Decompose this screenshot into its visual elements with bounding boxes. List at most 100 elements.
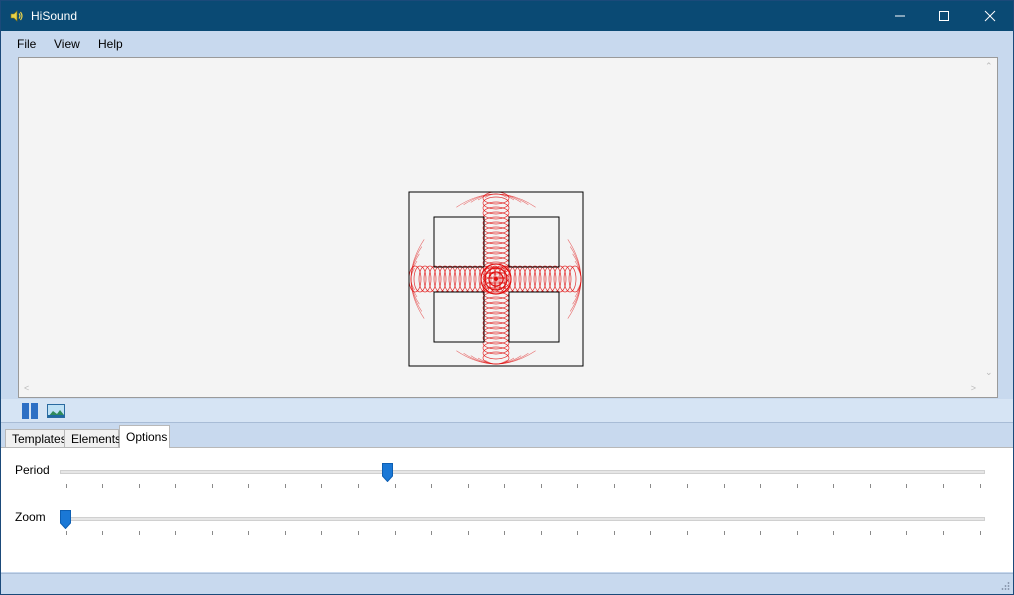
- slider-tick: [760, 484, 762, 488]
- wave-stroke: [470, 355, 522, 365]
- period-slider-thumb[interactable]: [381, 463, 393, 483]
- options-panel: Period Zoom: [1, 447, 1013, 572]
- wave-stroke: [572, 253, 582, 305]
- slider-tick: [796, 531, 798, 535]
- app-window: HiSound File View Help ⌃ ⌄ < > Templates…: [0, 0, 1014, 595]
- slider-tick: [211, 484, 213, 488]
- vertical-scrollbar[interactable]: ⌃ ⌄: [981, 58, 997, 381]
- slider-tick: [723, 531, 725, 535]
- pillar-top-left: [433, 216, 485, 268]
- wave-stroke: [569, 246, 582, 312]
- sound-source[interactable]: [494, 277, 498, 281]
- wave-stroke: [463, 193, 529, 206]
- slider-tick: [102, 484, 104, 488]
- pillar-top-right: [508, 216, 560, 268]
- wave-stroke: [456, 350, 536, 365]
- slider-tick: [833, 484, 835, 488]
- zoom-label: Zoom: [15, 510, 46, 524]
- slider-tick: [65, 531, 67, 535]
- scroll-down-icon[interactable]: ⌄: [985, 367, 993, 378]
- resize-grip-icon[interactable]: [1000, 581, 1010, 591]
- close-button[interactable]: [967, 1, 1013, 31]
- menu-bar: File View Help: [1, 31, 1013, 55]
- maximize-button[interactable]: [921, 1, 967, 31]
- pillar-bottom-right: [508, 291, 560, 343]
- slider-tick: [431, 531, 433, 535]
- slider-tick: [248, 531, 250, 535]
- slider-tick: [650, 531, 652, 535]
- slider-tick: [394, 531, 396, 535]
- slider-tick: [321, 531, 323, 535]
- menu-file[interactable]: File: [17, 37, 36, 51]
- pause-button[interactable]: [21, 402, 39, 420]
- slider-tick: [175, 484, 177, 488]
- room-visualization: [408, 191, 584, 367]
- slider-tick: [394, 484, 396, 488]
- tab-templates[interactable]: Templates: [5, 429, 67, 447]
- toolbar: [1, 399, 1013, 423]
- slider-tick: [138, 484, 140, 488]
- tab-strip: Templates Elements Options: [1, 425, 1013, 448]
- tab-options[interactable]: Options: [119, 425, 170, 448]
- slider-tick: [760, 531, 762, 535]
- scroll-up-icon[interactable]: ⌃: [985, 61, 993, 72]
- slider-tick: [540, 484, 542, 488]
- slider-tick: [321, 484, 323, 488]
- slider-tick: [248, 484, 250, 488]
- slider-tick: [613, 531, 615, 535]
- slider-tick: [504, 531, 506, 535]
- menu-view[interactable]: View: [54, 37, 80, 51]
- slider-tick: [431, 484, 433, 488]
- slider-tick: [211, 531, 213, 535]
- slider-tick: [687, 531, 689, 535]
- wave-stroke: [410, 253, 420, 305]
- slider-tick: [723, 484, 725, 488]
- period-slider-track[interactable]: [60, 470, 985, 474]
- title-bar[interactable]: HiSound: [1, 1, 1013, 31]
- horizontal-scrollbar[interactable]: < >: [19, 381, 981, 397]
- slider-tick: [577, 531, 579, 535]
- slider-tick: [284, 531, 286, 535]
- slider-tick: [577, 484, 579, 488]
- slider-tick: [357, 484, 359, 488]
- slider-tick: [138, 531, 140, 535]
- slider-tick: [796, 484, 798, 488]
- scroll-right-icon[interactable]: >: [971, 383, 976, 393]
- image-icon: [47, 404, 65, 418]
- image-button[interactable]: [47, 402, 65, 420]
- slider-tick: [540, 531, 542, 535]
- slider-tick: [833, 531, 835, 535]
- slider-tick: [942, 531, 944, 535]
- menu-help[interactable]: Help: [98, 37, 123, 51]
- wave-stroke: [410, 246, 423, 312]
- slider-tick: [942, 484, 944, 488]
- maximize-icon: [939, 11, 949, 21]
- slider-tick: [906, 484, 908, 488]
- minimize-button[interactable]: [877, 1, 923, 31]
- scroll-left-icon[interactable]: <: [24, 383, 29, 393]
- slider-tick: [102, 531, 104, 535]
- slider-tick: [687, 484, 689, 488]
- pillar-bottom-left: [433, 291, 485, 343]
- zoom-slider-track[interactable]: [60, 517, 985, 521]
- slider-tick: [979, 484, 981, 488]
- slider-tick: [906, 531, 908, 535]
- minimize-icon: [895, 15, 905, 17]
- slider-tick: [357, 531, 359, 535]
- zoom-slider-thumb[interactable]: [60, 510, 71, 530]
- slider-tick: [467, 531, 469, 535]
- slider-tick: [467, 484, 469, 488]
- tab-elements[interactable]: Elements: [64, 429, 121, 447]
- slider-tick: [175, 531, 177, 535]
- status-bar: [1, 573, 1013, 594]
- slider-tick: [650, 484, 652, 488]
- wave-stroke: [410, 239, 425, 319]
- wave-stroke: [470, 193, 522, 203]
- slider-tick: [613, 484, 615, 488]
- close-icon: [984, 10, 996, 22]
- wave-stroke: [567, 239, 582, 319]
- simulation-canvas[interactable]: ⌃ ⌄ < >: [18, 57, 998, 398]
- speaker-icon: [10, 9, 24, 23]
- slider-tick: [65, 484, 67, 488]
- wave-stroke: [456, 193, 536, 208]
